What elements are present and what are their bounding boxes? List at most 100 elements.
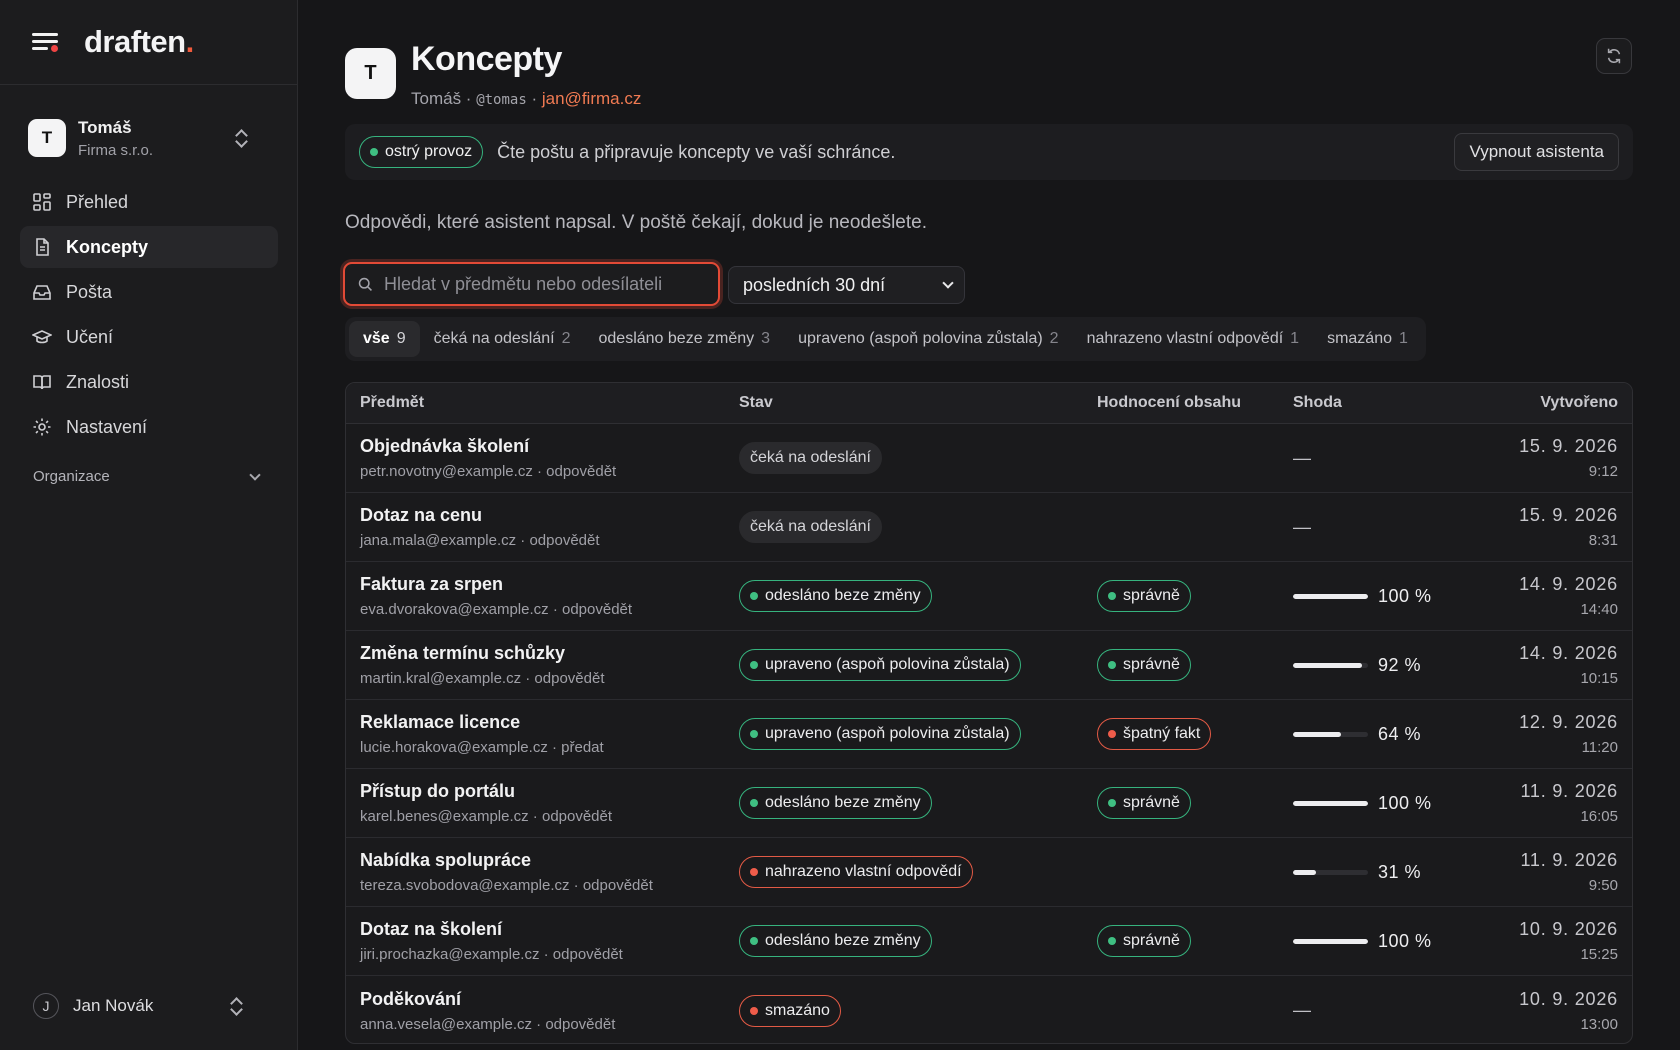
match-bar [1293, 938, 1368, 944]
date-range-select[interactable]: posledních 30 dní [728, 266, 965, 304]
sidebar-item-nastaveni[interactable]: Nastavení [20, 406, 278, 448]
status-cell: upraveno (aspoň polovina zůstala) [739, 718, 1097, 750]
table-row[interactable]: Dotaz na cenu jana.mala@example.cz · odpo… [346, 493, 1632, 562]
account-switcher[interactable]: T Tomáš Firma s.r.o. [20, 110, 278, 166]
status-dot [750, 937, 758, 945]
draft-subject[interactable]: Přístup do portálu [360, 781, 739, 802]
match-percent: 100 % [1378, 930, 1432, 951]
status-cell: odesláno beze změny [739, 580, 1097, 612]
refresh-button[interactable] [1596, 38, 1632, 74]
filter-tab-sent-unchanged[interactable]: odesláno beze změny 3 [585, 321, 785, 357]
status-dot [370, 148, 378, 156]
banner-text: Čte poštu a připravuje koncepty ve vaší … [497, 141, 896, 162]
column-header-created[interactable]: Vytvořeno [1493, 394, 1632, 412]
created-date: 10. 9. 2026 [1519, 919, 1618, 939]
filter-tab-edited[interactable]: upraveno (aspoň polovina zůstala) 2 [784, 321, 1073, 357]
draft-sender-meta: karel.benes@example.cz · odpovědět [360, 808, 613, 825]
sidebar-item-prehled[interactable]: Přehled [20, 181, 278, 223]
table-row[interactable]: Nabídka spolupráce tereza.svobodova@examp… [346, 838, 1632, 907]
filter-label: odesláno beze změny [598, 330, 755, 347]
table-row[interactable]: Objednávka školení petr.novotny@example.c… [346, 424, 1632, 493]
filter-count: 9 [396, 330, 406, 347]
table-header: Předmět Stav Hodnocení obsahu Shoda Vytv… [346, 383, 1632, 424]
table-row[interactable]: Reklamace licence lucie.horakova@example.… [346, 700, 1632, 769]
draft-sender-meta: martin.kral@example.cz · odpovědět [360, 670, 605, 687]
chevron-down-icon [249, 468, 261, 481]
logo[interactable]: draften. [84, 24, 194, 60]
table-row[interactable]: Faktura za srpen eva.dvorakova@example.cz… [346, 562, 1632, 631]
eval-dot [1108, 937, 1116, 945]
filter-tab-deleted[interactable]: smazáno 1 [1313, 321, 1422, 357]
draft-subject[interactable]: Poděkování [360, 989, 739, 1010]
created-time: 9:50 [1588, 877, 1618, 894]
table-body: Objednávka školení petr.novotny@example.c… [346, 424, 1632, 1043]
sidebar-item-znalosti[interactable]: Znalosti [20, 361, 278, 403]
match-bar-fill [1293, 869, 1317, 875]
draft-subject[interactable]: Dotaz na školení [360, 919, 739, 940]
match-bar [1293, 662, 1368, 668]
status-badge-label: upraveno (aspoň polovina zůstala) [765, 725, 1010, 742]
subject-cell: Faktura za srpen eva.dvorakova@example.cz… [346, 574, 739, 618]
column-header-eval[interactable]: Hodnocení obsahu [1097, 394, 1293, 412]
filter-label: nahrazeno vlastní odpovědí [1086, 330, 1284, 347]
sidebar-item-koncepty[interactable]: Koncepty [20, 226, 278, 268]
match-empty: — [1293, 516, 1311, 537]
draft-subject[interactable]: Změna termínu schůzky [360, 643, 739, 664]
eval-dot [1108, 799, 1116, 807]
created-time: 16:05 [1580, 808, 1618, 825]
sidebar-item-posta[interactable]: Pošta [20, 271, 278, 313]
draft-subject[interactable]: Dotaz na cenu [360, 505, 739, 526]
subject-cell: Poděkování anna.vesela@example.cz · odpov… [346, 989, 739, 1033]
account-org: Firma s.r.o. [78, 141, 154, 159]
search-box[interactable] [343, 262, 720, 306]
status-dot [750, 868, 758, 876]
intro-text: Odpovědi, které asistent napsal. V poště… [345, 212, 927, 233]
match-cell: 92 % [1293, 655, 1493, 676]
filter-label: vše [363, 330, 390, 347]
match-bar [1293, 800, 1368, 806]
table-row[interactable]: Poděkování anna.vesela@example.cz · odpov… [346, 976, 1632, 1043]
match-cell: 100 % [1293, 586, 1493, 607]
column-header-match[interactable]: Shoda [1293, 394, 1493, 412]
created-cell: 15. 9. 2026 9:12 [1493, 436, 1632, 480]
eval-dot [1108, 730, 1116, 738]
status-badge-label: smazáno [765, 1001, 830, 1019]
match-percent: 31 % [1378, 861, 1422, 882]
table-row[interactable]: Přístup do portálu karel.benes@example.cz… [346, 769, 1632, 838]
table-row[interactable]: Dotaz na školení jiri.prochazka@example.c… [346, 907, 1632, 976]
search-input[interactable] [384, 273, 704, 295]
created-time: 14:40 [1580, 601, 1618, 618]
column-header-subject[interactable]: Předmět [346, 394, 739, 412]
eval-dot [1108, 661, 1116, 669]
status-cell: smazáno [739, 994, 1097, 1027]
column-header-status[interactable]: Stav [739, 394, 1097, 412]
status-badge: odesláno beze změny [739, 580, 932, 612]
disable-assistant-button[interactable]: Vypnout asistenta [1454, 133, 1619, 171]
sidebar-item-uceni[interactable]: Učení [20, 316, 278, 358]
filter-tab-replaced[interactable]: nahrazeno vlastní odpovědí 1 [1073, 321, 1314, 357]
menu-icon[interactable] [32, 31, 58, 53]
match-bar-fill [1293, 593, 1368, 599]
created-time: 10:15 [1580, 670, 1618, 687]
eval-cell: správně [1097, 925, 1293, 957]
filter-tab-pending[interactable]: čeká na odeslání 2 [420, 321, 585, 357]
filter-tab-all[interactable]: vše 9 [349, 321, 420, 357]
created-date: 10. 9. 2026 [1519, 988, 1618, 1009]
status-badge-label: odesláno beze změny [765, 587, 921, 604]
draft-subject[interactable]: Faktura za srpen [360, 574, 739, 595]
draft-subject[interactable]: Objednávka školení [360, 436, 739, 457]
sidebar-item-label: Nastavení [66, 416, 148, 437]
account-avatar: T [28, 119, 66, 157]
filter-count: 1 [1399, 330, 1408, 347]
draft-subject[interactable]: Nabídka spolupráce [360, 850, 739, 871]
table-row[interactable]: Změna termínu schůzky martin.kral@example… [346, 631, 1632, 700]
dashboard-icon [33, 193, 51, 211]
created-cell: 14. 9. 2026 14:40 [1493, 574, 1632, 618]
inbox-icon [33, 285, 51, 300]
user-email-link[interactable]: jan@firma.cz [542, 89, 641, 108]
org-section-toggle[interactable]: Organizace [33, 468, 265, 485]
page-title: Koncepty [411, 40, 562, 78]
draft-subject[interactable]: Reklamace licence [360, 712, 739, 733]
user-menu[interactable]: J Jan Novák [33, 993, 265, 1019]
draft-sender-meta: lucie.horakova@example.cz · předat [360, 739, 604, 756]
